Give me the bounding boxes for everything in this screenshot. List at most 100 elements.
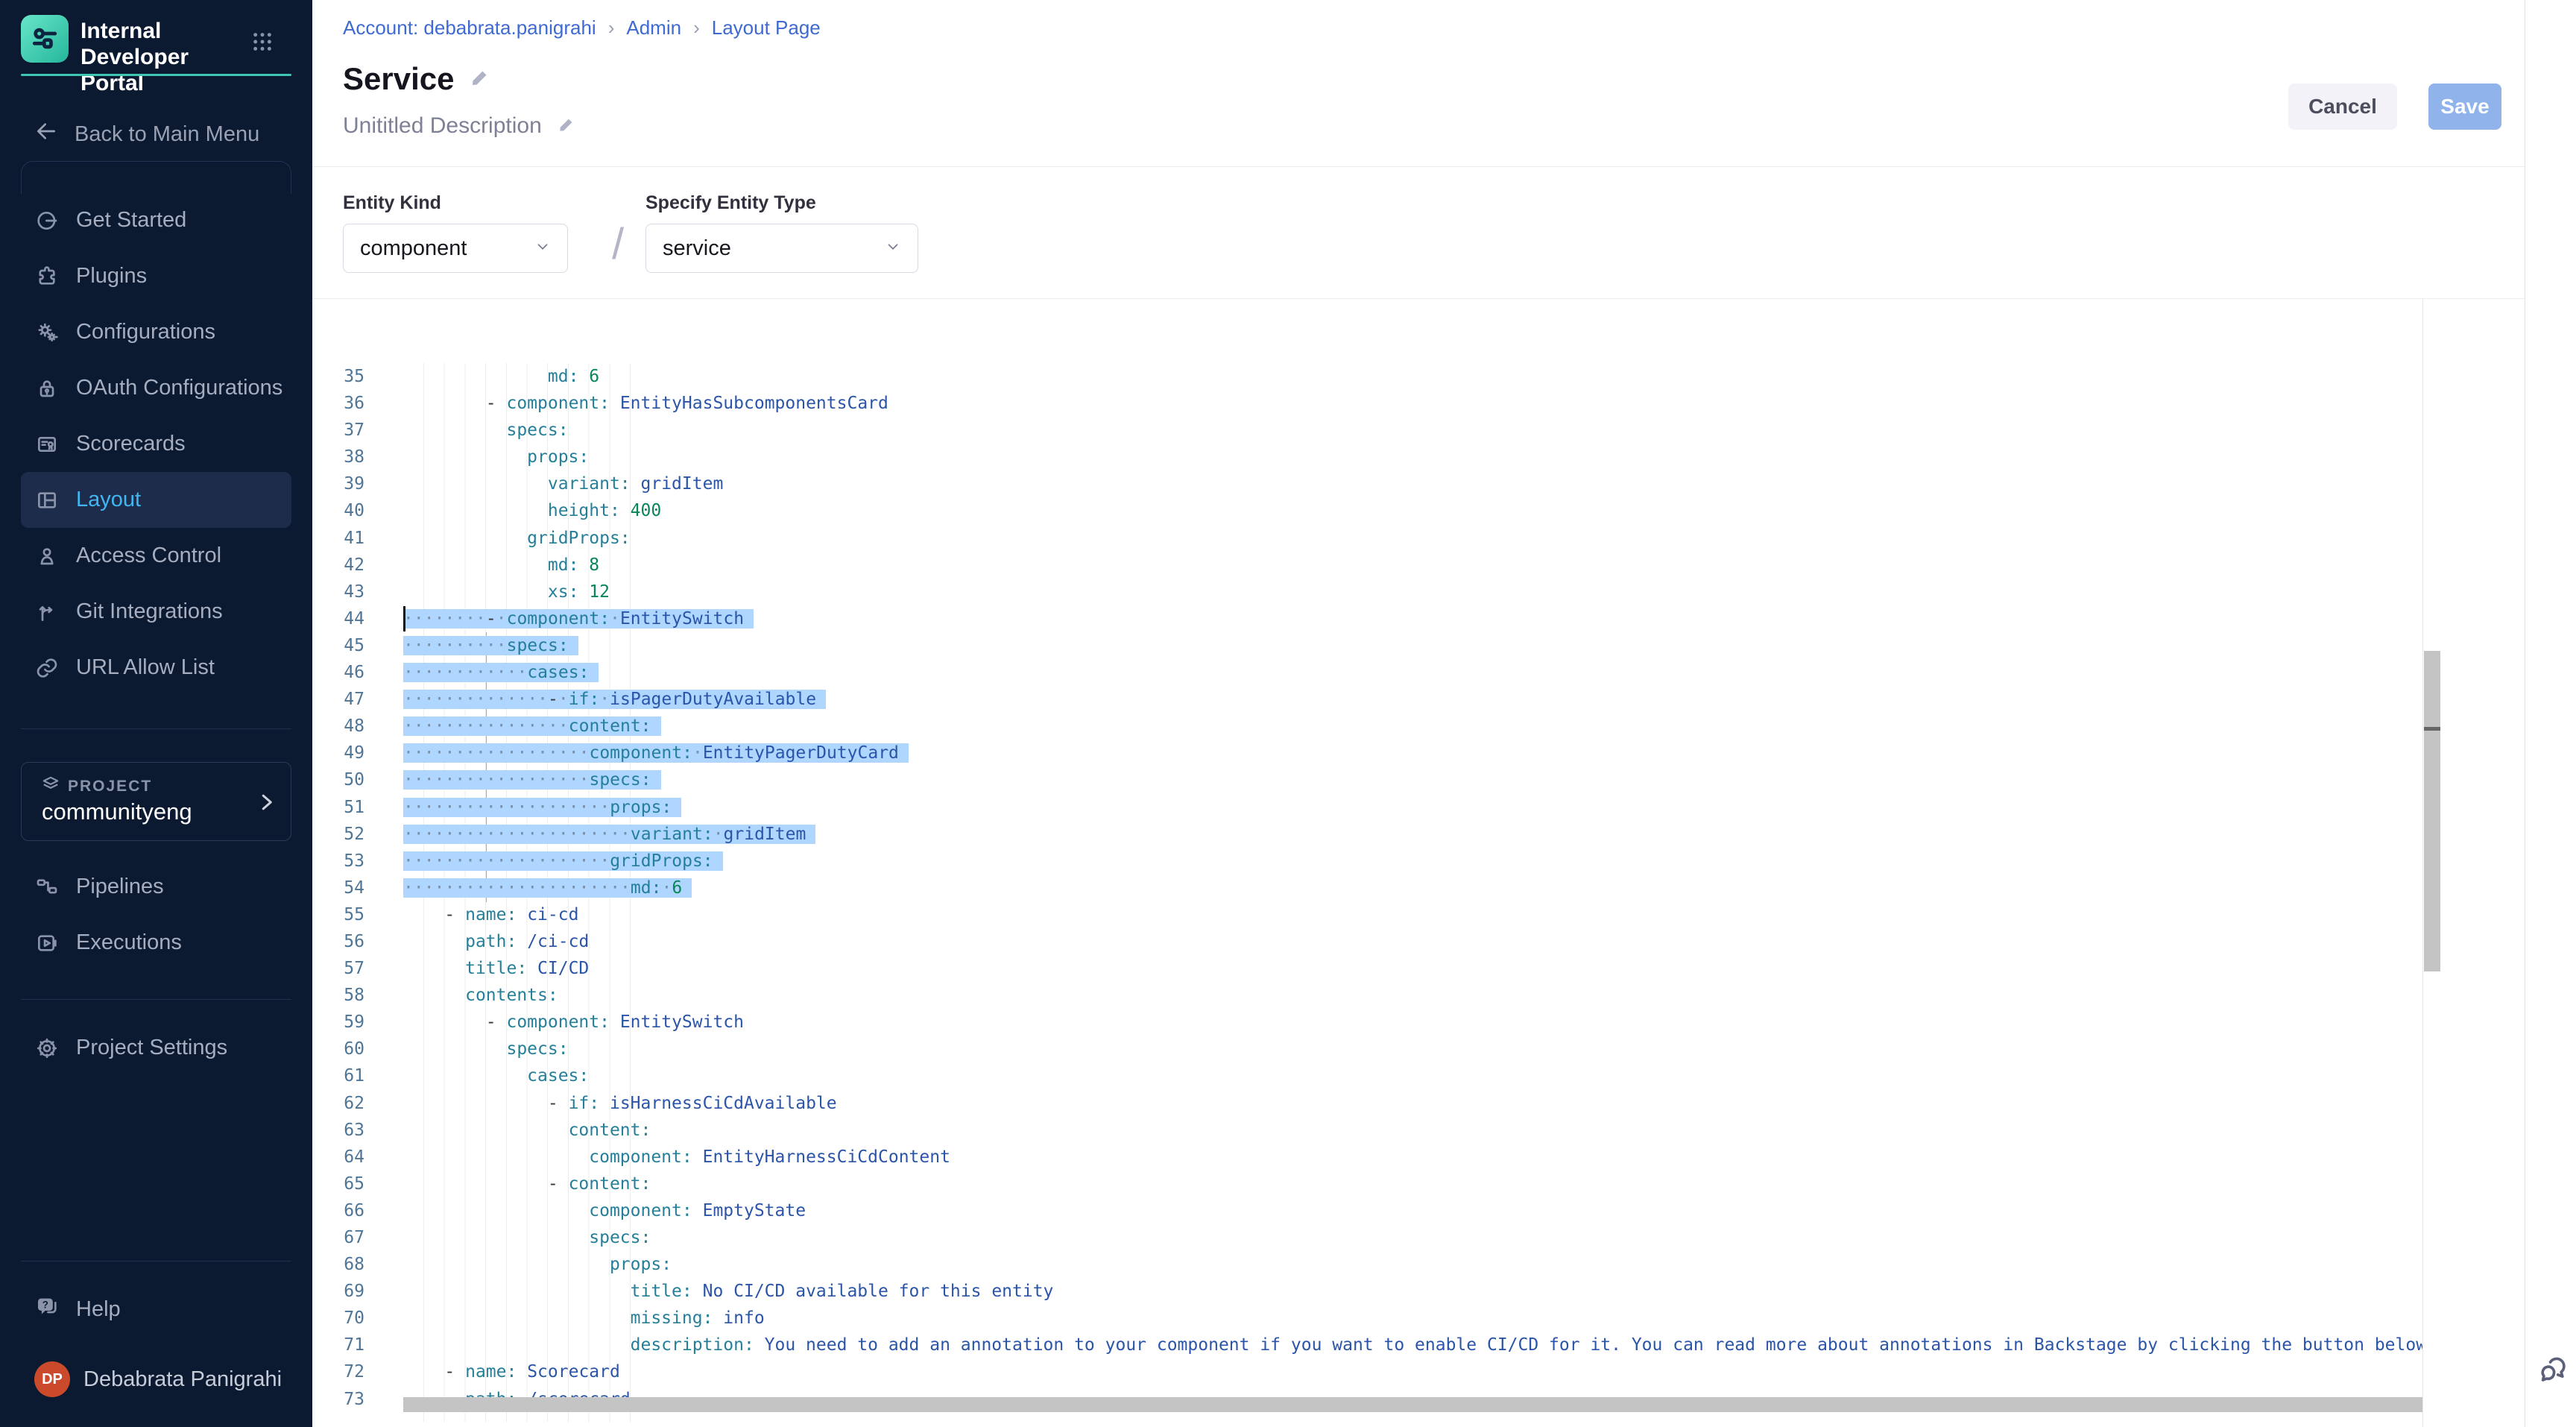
entity-type-value: service: [663, 236, 731, 261]
harness-idp-logo: [21, 15, 69, 63]
sidebar-item-get-started[interactable]: Get Started: [21, 192, 291, 248]
code-area[interactable]: 35 md: 636 - component: EntityHasSubcomp…: [312, 363, 2422, 1413]
breadcrumb: Account: debabrata.panigrahi›Admin›Layou…: [343, 16, 821, 40]
selection-highlight: ··················specs:: [403, 770, 661, 790]
code-line-64[interactable]: 64 component: EntityHarnessCiCdContent: [312, 1144, 2422, 1171]
sidebar-item-plugins[interactable]: Plugins: [21, 248, 291, 304]
code-text: ······················md:·6: [403, 875, 692, 901]
user-name: Debabrata Panigrahi: [83, 1367, 282, 1392]
project-selector[interactable]: PROJECT communityeng: [21, 762, 291, 841]
code-line-41[interactable]: 41 gridProps:: [312, 525, 2422, 552]
code-line-67[interactable]: 67 specs:: [312, 1224, 2422, 1251]
url-allow-list-icon: [34, 655, 60, 681]
code-line-59[interactable]: 59 - component: EntitySwitch: [312, 1009, 2422, 1036]
sidebar-item-url-allow-list[interactable]: URL Allow List: [21, 640, 291, 696]
user-menu[interactable]: DP Debabrata Panigrahi: [34, 1361, 282, 1397]
code-line-42[interactable]: 42 md: 8: [312, 552, 2422, 579]
entity-type-select[interactable]: service: [645, 224, 918, 273]
sidebar-item-configurations[interactable]: Configurations: [21, 304, 291, 360]
code-line-44[interactable]: 44········-·component:·EntitySwitch: [312, 605, 2422, 632]
code-line-39[interactable]: 39 variant: gridItem: [312, 470, 2422, 497]
code-line-45[interactable]: 45··········specs:: [312, 632, 2422, 659]
code-text: component: EntityHarnessCiCdContent: [403, 1144, 950, 1171]
code-line-35[interactable]: 35 md: 6: [312, 363, 2422, 390]
code-line-50[interactable]: 50··················specs:: [312, 766, 2422, 793]
sidebar-nav-main: Get StartedPluginsConfigurationsOAuth Co…: [0, 192, 312, 696]
sidebar-item-layout[interactable]: Layout: [21, 472, 291, 528]
support-chat-icon[interactable]: [2536, 1352, 2570, 1390]
code-line-55[interactable]: 55 - name: ci-cd: [312, 901, 2422, 928]
code-line-43[interactable]: 43 xs: 12: [312, 579, 2422, 605]
code-line-60[interactable]: 60 specs:: [312, 1036, 2422, 1062]
vertical-scrollbar[interactable]: [2424, 651, 2440, 971]
help-menu-item[interactable]: ? Help: [21, 1282, 291, 1338]
cancel-button[interactable]: Cancel: [2288, 84, 2397, 130]
horizontal-scrollbar[interactable]: [403, 1397, 2422, 1412]
code-line-46[interactable]: 46 ············cases:: [312, 659, 2422, 686]
code-line-72[interactable]: 72 - name: Scorecard: [312, 1358, 2422, 1385]
back-to-main-menu[interactable]: Back to Main Menu: [21, 116, 291, 152]
code-text: ··················component:·EntityPager…: [403, 740, 909, 766]
help-chat-icon: ?: [34, 1294, 60, 1326]
line-number: 46: [312, 659, 364, 686]
code-line-69[interactable]: 69 title: No CI/CD available for this en…: [312, 1278, 2422, 1305]
sidebar-item-executions[interactable]: Executions: [21, 915, 291, 971]
code-line-54[interactable]: 54······················md:·6: [312, 875, 2422, 901]
yaml-editor[interactable]: 35 md: 636 - component: EntityHasSubcomp…: [312, 299, 2422, 1427]
code-line-62[interactable]: 62 - if: isHarnessCiCdAvailable: [312, 1090, 2422, 1117]
code-text: xs: 12: [403, 579, 610, 605]
code-line-52[interactable]: 52······················variant:·gridIte…: [312, 821, 2422, 848]
line-number: 65: [312, 1171, 364, 1197]
code-text: specs:: [403, 1036, 569, 1062]
code-line-38[interactable]: 38 props:: [312, 444, 2422, 470]
sidebar-item-oauth-configurations[interactable]: OAuth Configurations: [21, 360, 291, 416]
breadcrumb-link[interactable]: Layout Page: [712, 16, 821, 40]
sidebar-item-git-integrations[interactable]: Git Integrations: [21, 584, 291, 640]
code-line-40[interactable]: 40 height: 400: [312, 497, 2422, 524]
brand-title: Internal Developer Portal: [80, 18, 253, 96]
sidebar-item-project-settings[interactable]: Project Settings: [21, 1020, 291, 1076]
breadcrumb-link[interactable]: Admin: [626, 16, 681, 40]
edit-title-pencil-icon[interactable]: [469, 66, 491, 92]
project-label: PROJECT: [68, 778, 152, 796]
breadcrumb-link[interactable]: Account: debabrata.panigrahi: [343, 16, 596, 40]
code-line-57[interactable]: 57 title: CI/CD: [312, 955, 2422, 982]
code-line-71[interactable]: 71 description: You need to add an annot…: [312, 1332, 2422, 1358]
code-text: contents:: [403, 982, 558, 1009]
line-number: 41: [312, 525, 364, 552]
sidebar-item-scorecards[interactable]: Scorecards: [21, 416, 291, 472]
code-line-61[interactable]: 61 cases:: [312, 1062, 2422, 1089]
app-grid-icon[interactable]: [252, 31, 273, 56]
chevron-down-icon: [534, 236, 551, 261]
code-text: - content:: [403, 1171, 651, 1197]
code-line-48[interactable]: 48················content:: [312, 713, 2422, 740]
code-line-66[interactable]: 66 component: EmptyState: [312, 1197, 2422, 1224]
code-line-63[interactable]: 63 content:: [312, 1117, 2422, 1144]
entity-type-label: Specify Entity Type: [645, 192, 816, 214]
page-description: Unititled Description: [343, 113, 542, 139]
selection-highlight: ··············-·if:·isPagerDutyAvailable: [403, 690, 826, 709]
selection-highlight: ············cases:: [403, 663, 599, 682]
code-line-65[interactable]: 65 - content:: [312, 1171, 2422, 1197]
code-line-68[interactable]: 68 props:: [312, 1251, 2422, 1278]
entity-kind-select[interactable]: component: [343, 224, 568, 273]
code-line-37[interactable]: 37 specs:: [312, 417, 2422, 444]
code-line-70[interactable]: 70 missing: info: [312, 1305, 2422, 1332]
sidebar-item-access-control[interactable]: Access Control: [21, 528, 291, 584]
save-button[interactable]: Save: [2428, 84, 2501, 130]
edit-description-pencil-icon[interactable]: [557, 115, 576, 138]
oauth-lock-icon: [34, 376, 60, 401]
code-line-53[interactable]: 53····················gridProps:: [312, 848, 2422, 875]
code-line-36[interactable]: 36 - component: EntityHasSubcomponentsCa…: [312, 390, 2422, 417]
code-line-49[interactable]: 49··················component:·EntityPag…: [312, 740, 2422, 766]
code-line-58[interactable]: 58 contents:: [312, 982, 2422, 1009]
sidebar-item-label: URL Allow List: [76, 655, 215, 680]
code-text: missing: info: [403, 1305, 765, 1332]
line-number: 47: [312, 686, 364, 713]
sidebar-item-pipelines[interactable]: Pipelines: [21, 859, 291, 915]
line-number: 73: [312, 1386, 364, 1413]
code-line-51[interactable]: 51····················props:: [312, 794, 2422, 821]
code-line-47[interactable]: 47 ··············-·if:·isPagerDutyAvailab…: [312, 686, 2422, 713]
line-number: 64: [312, 1144, 364, 1171]
code-line-56[interactable]: 56 path: /ci-cd: [312, 928, 2422, 955]
